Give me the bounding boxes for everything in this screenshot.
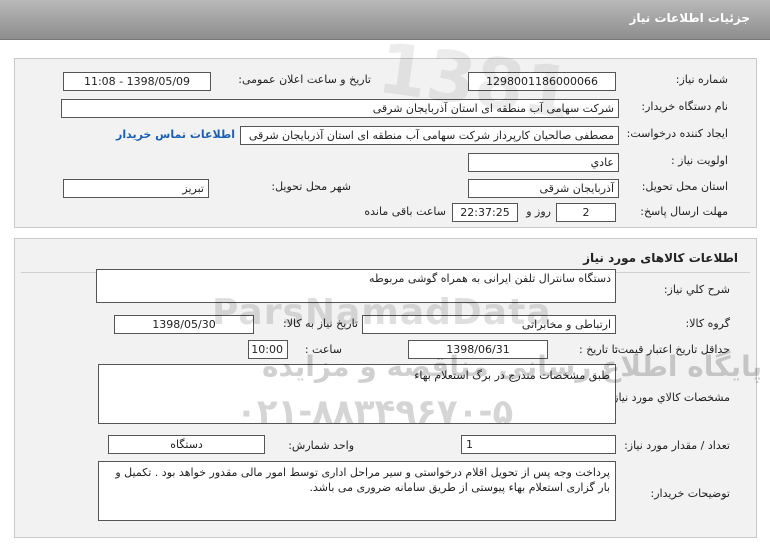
specs-field[interactable]: طبق مشخصات مندرج در برگ استعلام بهاء [98, 364, 616, 424]
announce-date-label: تاریخ و ساعت اعلان عمومی: [238, 73, 371, 86]
summary-label: شرح کلي نیاز: [663, 283, 730, 296]
goods-section-title: اطلاعات کالاهای مورد نیاز [583, 251, 738, 265]
page-title: جزئیات اطلاعات نیاز [629, 11, 750, 25]
priority-label: اولویت نیاز : [670, 154, 728, 167]
specs-label: مشخصات کالاي مورد نیاز: [609, 391, 730, 404]
city-field[interactable]: تبریز [63, 179, 209, 198]
group-field[interactable]: ارتباطی و مخابراتی [362, 315, 616, 334]
priority-field[interactable]: عادي [468, 153, 619, 172]
validity-label: حداقل تاریخ اعتبار قیمت: [614, 343, 730, 356]
province-label: استان محل تحویل: [641, 180, 728, 193]
need-info-panel: شماره نیاز: 1298001186000066 تاریخ و ساع… [14, 58, 757, 228]
need-number-label: شماره نیاز: [675, 73, 728, 86]
unit-label: واحد شمارش: [288, 439, 354, 452]
need-date-field[interactable]: 1398/05/30 [114, 315, 254, 334]
quantity-field[interactable]: 1 [461, 435, 616, 454]
creator-field[interactable]: مصطفی صالحیان کارپرداز شرکت سهامی آب منط… [240, 126, 619, 145]
validity-until-label: تا تاریخ : [579, 343, 618, 356]
buyer-label: نام دستگاه خریدار: [641, 100, 728, 113]
summary-field[interactable]: دستگاه سانترال تلفن ایرانی به همراه گوشی… [96, 269, 616, 303]
province-field[interactable]: آذربایجان شرقی [468, 179, 619, 198]
title-bar: جزئیات اطلاعات نیاز [0, 0, 770, 40]
validity-date-field[interactable]: 1398/06/31 [408, 340, 548, 359]
buyer-field[interactable]: شرکت سهامی آب منطقه ای استان آذربایجان ش… [61, 99, 619, 118]
deadline-days-unit: روز و [526, 205, 551, 218]
unit-field[interactable]: دستگاه [108, 435, 265, 454]
group-label: گروه کالا: [685, 317, 730, 330]
notes-field[interactable]: پرداخت وجه پس از تحویل اقلام درخواستی و … [98, 461, 616, 521]
announce-date-field[interactable]: 1398/05/09 - 11:08 [63, 72, 211, 91]
validity-time-field[interactable]: 10:00 [248, 340, 288, 359]
need-date-label: تاریخ نیاز به کالا: [283, 317, 358, 330]
deadline-remaining-label: ساعت باقی مانده [364, 205, 446, 218]
deadline-days-field[interactable]: 2 [556, 203, 616, 222]
deadline-time-field[interactable]: 22:37:25 [452, 203, 518, 222]
notes-label: توضیحات خریدار: [650, 487, 731, 500]
quantity-label: تعداد / مقدار مورد نیاز: [624, 439, 730, 452]
goods-panel: اطلاعات کالاهای مورد نیاز شرح کلي نیاز: … [14, 238, 757, 538]
buyer-contact-link[interactable]: اطلاعات تماس خریدار [116, 128, 235, 141]
deadline-label: مهلت ارسال پاسخ: [640, 205, 728, 218]
creator-label: ایجاد کننده درخواست: [626, 127, 728, 140]
need-number-field[interactable]: 1298001186000066 [468, 72, 616, 91]
city-label: شهر محل تحویل: [271, 180, 351, 193]
validity-time-label: ساعت : [304, 343, 342, 356]
